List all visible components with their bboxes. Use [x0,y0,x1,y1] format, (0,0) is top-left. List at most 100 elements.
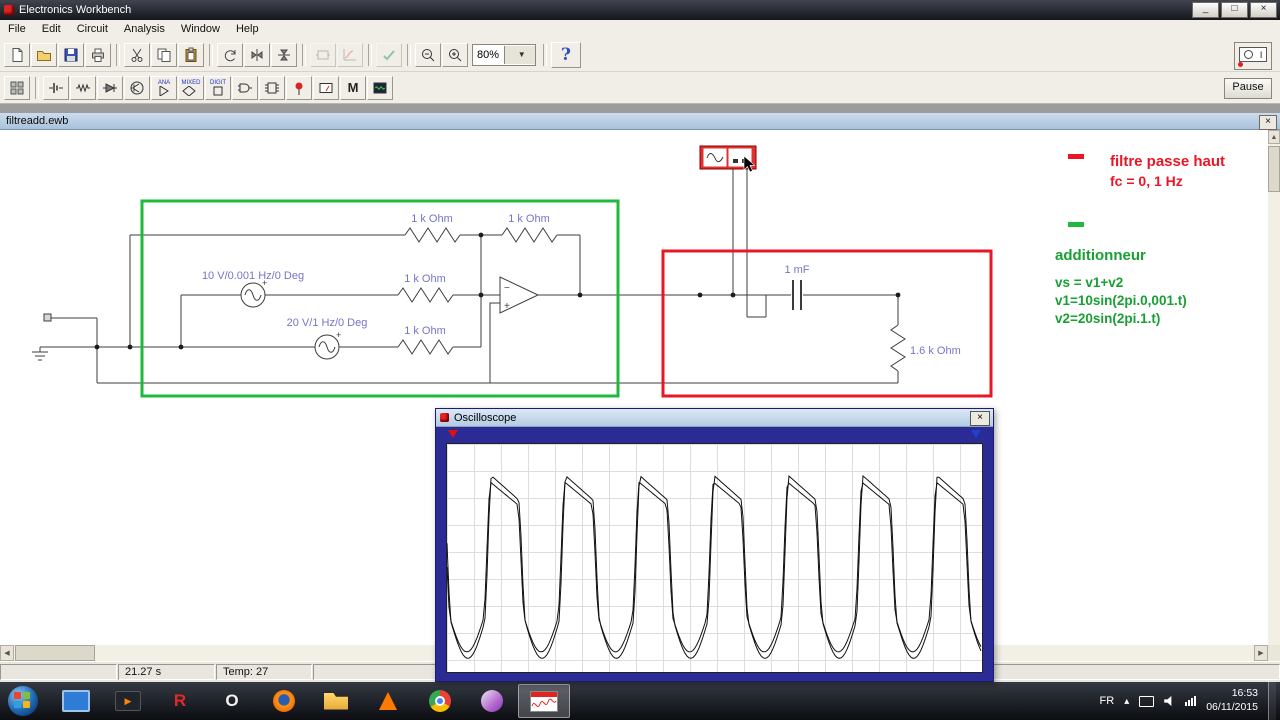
custom-bin-button[interactable] [4,75,30,100]
document-titlebar[interactable]: filtreadd.ewb × [0,113,1280,130]
realplayer-icon: R [173,691,187,710]
document-close-button[interactable]: × [1259,115,1277,130]
toolbar-separator [543,43,547,66]
input-terminal[interactable] [43,313,52,322]
controls-bin-button[interactable] [313,75,339,100]
oscilloscope-display [446,443,983,673]
instruments-bin-button[interactable] [367,75,393,100]
taskbar-app-media-player[interactable]: ▶ [102,684,154,718]
new-button[interactable] [4,42,30,67]
save-button[interactable] [58,42,84,67]
trigger-marker-blue[interactable] [971,430,981,438]
basic-bin-button[interactable] [70,75,96,100]
taskbar-app-electronics-workbench[interactable] [518,684,570,718]
help-button[interactable]: ? [551,41,581,68]
digital-ics-bin-button[interactable]: DIGIT [205,75,231,100]
analog-ic-icon: ANA [156,80,172,96]
clock[interactable]: 16:53 06/11/2015 [1206,687,1258,714]
power-switch-button[interactable]: I [1234,42,1272,70]
language-indicator[interactable]: FR [1100,695,1115,707]
graph-icon [342,47,358,63]
zoom-in-button[interactable] [442,42,468,67]
misc-bin-button[interactable]: M [340,75,366,100]
menu-edit[interactable]: Edit [34,21,69,37]
close-button[interactable]: × [1250,2,1277,18]
vertical-scrollbar[interactable]: ▲ ▼ [1268,130,1280,661]
scroll-left-icon[interactable]: ◀ [0,645,14,661]
op-amp[interactable]: − + [499,276,540,314]
resistor-load[interactable]: 1.6 k Ohm [890,324,961,372]
taskbar-app-vlc[interactable] [362,684,414,718]
oscilloscope-titlebar[interactable]: Oscilloscope × [436,409,993,427]
network-signal-icon[interactable] [1185,696,1197,706]
taskbar-app-network[interactable] [50,684,102,718]
taskbar-app-graphics-editor[interactable] [466,684,518,718]
capacitor[interactable]: 1 mF [784,264,810,310]
taskbar-app-chrome[interactable] [414,684,466,718]
zoom-out-button[interactable] [415,42,441,67]
menu-help[interactable]: Help [228,21,267,37]
minimize-button[interactable]: _ [1192,2,1219,18]
zoom-level-combobox[interactable]: 80% ▼ [472,43,536,66]
maximize-button[interactable]: □ [1221,2,1248,18]
tray-expand-icon[interactable]: ▴ [1124,696,1129,707]
chevron-down-icon[interactable]: ▼ [503,45,535,64]
rotate-button[interactable] [217,42,243,67]
sources-bin-button[interactable] [43,75,69,100]
system-tray: FR ▴ 16:53 06/11/2015 [1100,682,1280,720]
pause-button[interactable]: Pause [1224,78,1272,99]
ac-source-2[interactable]: + 20 V/1 Hz/0 Deg [287,317,368,360]
cut-button[interactable] [124,42,150,67]
green-annotation-box[interactable] [140,199,620,398]
menu-window[interactable]: Window [173,21,228,37]
taskbar-app-realplayer[interactable]: R [154,684,206,718]
mixed-ics-bin-button[interactable]: MIXED [178,75,204,100]
indicators-bin-button[interactable] [286,75,312,100]
app-titlebar[interactable]: Electronics Workbench _ □ × [0,0,1280,20]
flip-horizontal-button[interactable] [244,42,270,67]
analog-ics-bin-button[interactable]: ANA [151,75,177,100]
vertical-scroll-thumb[interactable] [1268,146,1280,192]
logic-gates-bin-button[interactable] [232,75,258,100]
resistor-r2[interactable]: 1 k Ohm [501,213,558,243]
subcircuit-button[interactable] [310,42,336,67]
scroll-up-icon[interactable]: ▲ [1268,130,1280,144]
paste-button[interactable] [178,42,204,67]
show-desktop-button[interactable] [1268,682,1276,720]
component-properties-button[interactable] [376,42,402,67]
transistors-bin-button[interactable] [124,75,150,100]
display-tray-icon[interactable] [1139,695,1155,707]
ac-source-1[interactable]: + 10 V/0.001 Hz/0 Deg [202,270,304,308]
green-annotation[interactable]: additionneur vs = v1+v2 v1=10sin(2pi.0,0… [1055,222,1187,326]
flip-vertical-button[interactable] [271,42,297,67]
start-button[interactable] [8,686,38,716]
open-button[interactable] [31,42,57,67]
ground-symbol[interactable] [32,347,48,361]
scroll-right-icon[interactable]: ▶ [1254,645,1268,661]
taskbar-app-explorer[interactable] [310,684,362,718]
taskbar-app-opera[interactable]: O [206,684,258,718]
red-annotation[interactable]: filtre passe haut fc = 0, 1 Hz [1068,153,1225,189]
copy-button[interactable] [151,42,177,67]
volume-tray-icon[interactable] [1164,696,1172,706]
oscilloscope-window[interactable]: Oscilloscope × [435,408,994,682]
diodes-bin-button[interactable] [97,75,123,100]
print-button[interactable] [85,42,111,67]
horizontal-scroll-thumb[interactable] [15,645,95,661]
electronics-workbench-icon [530,690,558,712]
taskbar-app-firefox[interactable] [258,684,310,718]
menu-circuit[interactable]: Circuit [69,21,116,37]
red-annotation-box[interactable] [661,249,993,398]
oscilloscope-close-button[interactable]: × [970,411,990,426]
trigger-marker-red[interactable] [448,430,458,438]
digital-bin-button[interactable] [259,75,285,100]
mixed-ic-icon: MIXED [181,80,201,96]
analysis-graph-button[interactable] [337,42,363,67]
menu-analysis[interactable]: Analysis [116,21,173,37]
resistor-r4[interactable]: 1 k Ohm [397,325,454,355]
resistor-r3[interactable]: 1 k Ohm [397,273,454,303]
resistor-r1[interactable]: 1 k Ohm [404,213,461,243]
status-segment [0,664,117,680]
menu-file[interactable]: File [0,21,34,37]
oscilloscope-window-title: Oscilloscope [454,411,517,424]
